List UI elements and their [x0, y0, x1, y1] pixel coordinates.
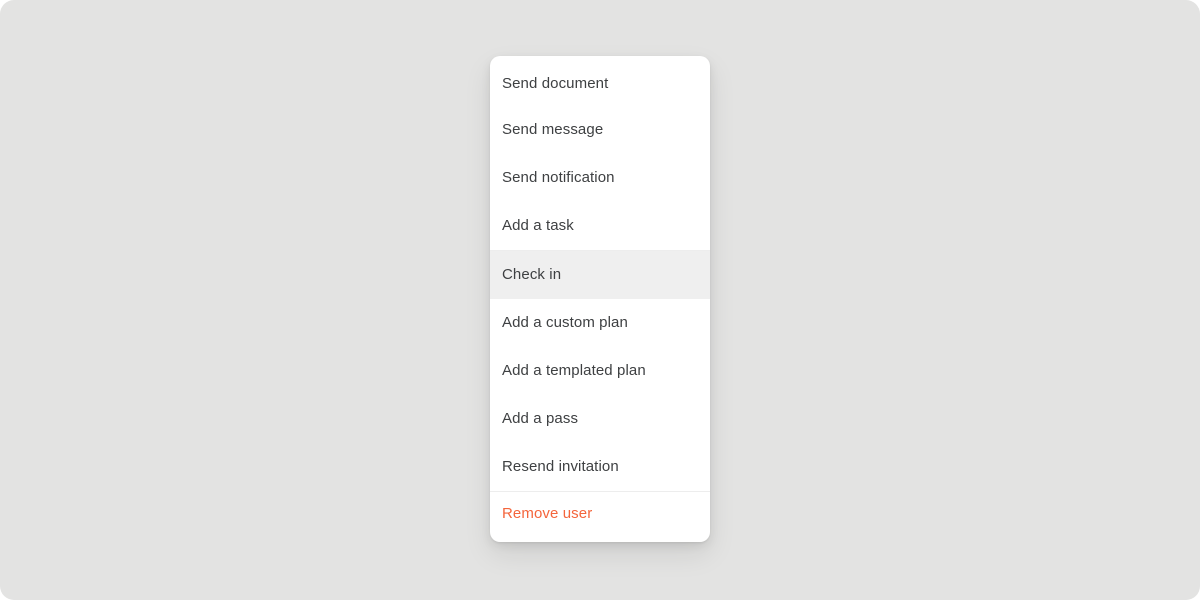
menu-item-send-notification[interactable]: Send notification	[490, 154, 710, 202]
menu-item-send-document[interactable]: Send document	[490, 56, 710, 106]
menu-item-remove-user[interactable]: Remove user	[490, 491, 710, 542]
menu-item-check-in[interactable]: Check in	[490, 250, 710, 299]
menu-item-label: Add a task	[502, 217, 574, 234]
menu-item-label: Check in	[502, 266, 562, 283]
menu-item-send-message[interactable]: Send message	[490, 106, 710, 154]
menu-item-label: Send document	[502, 75, 609, 92]
menu-item-add-a-templated-plan[interactable]: Add a templated plan	[490, 347, 710, 395]
menu-item-add-a-pass[interactable]: Add a pass	[490, 395, 710, 443]
menu-item-resend-invitation[interactable]: Resend invitation	[490, 443, 710, 491]
menu-item-label: Send message	[502, 121, 604, 138]
menu-item-add-a-task[interactable]: Add a task	[490, 202, 710, 250]
menu-item-label: Resend invitation	[502, 458, 619, 475]
menu-item-label: Add a custom plan	[502, 314, 628, 331]
page-canvas: Send document Send message Send notifica…	[0, 0, 1200, 600]
menu-item-add-a-custom-plan[interactable]: Add a custom plan	[490, 299, 710, 347]
menu-item-label: Add a templated plan	[502, 362, 646, 379]
menu-item-label: Add a pass	[502, 410, 579, 427]
user-actions-context-menu: Send document Send message Send notifica…	[490, 56, 710, 542]
menu-item-label: Remove user	[502, 505, 593, 522]
menu-item-label: Send notification	[502, 169, 615, 186]
